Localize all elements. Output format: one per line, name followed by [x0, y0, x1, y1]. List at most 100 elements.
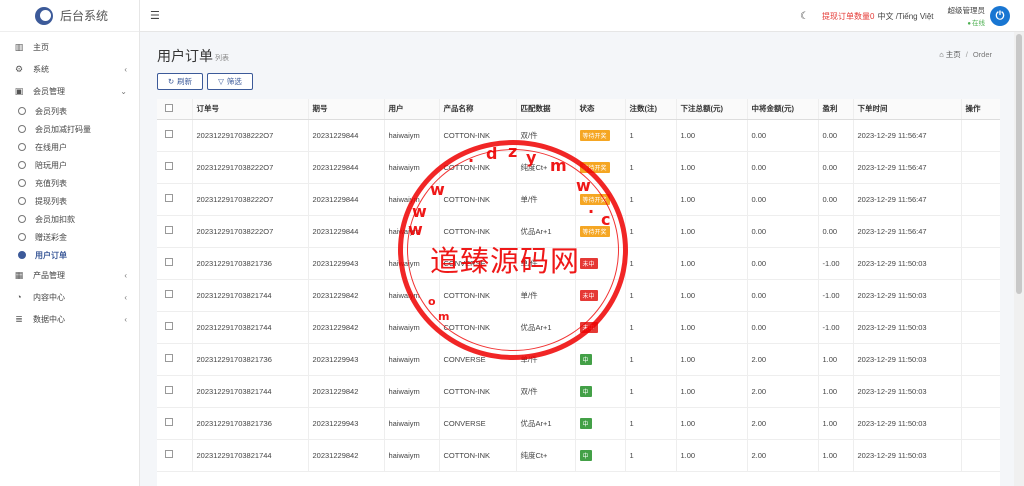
table-cell: 单/件	[516, 247, 576, 280]
table-cell: haiwaiym	[384, 343, 440, 376]
hamburger-menu-icon[interactable]: ☰	[150, 9, 160, 22]
sidebar-subitem-online-users[interactable]: 在线用户	[0, 138, 139, 156]
table-cell: COTTON-INK	[439, 279, 517, 312]
row-checkbox[interactable]	[165, 450, 173, 458]
orders-table-container: 订单号 期号 用户 产品名称 匹配数据 状态 注数(注) 下注总额(元) 中将金额(元) 盈利 下单…	[157, 99, 1000, 486]
column-header: 订单号	[192, 99, 309, 120]
row-select-cell[interactable]	[157, 119, 193, 152]
table-cell: 20231229844	[308, 215, 385, 248]
breadcrumb: ⌂ 主页 / Order	[939, 49, 992, 60]
sidebar-subitem-withdraw-list[interactable]: 提现列表	[0, 192, 139, 210]
brand[interactable]: 后台系统	[0, 0, 139, 32]
table-cell: 2.00	[747, 407, 819, 440]
filter-button[interactable]: ▽ 筛选	[207, 73, 253, 90]
sidebar-item-system[interactable]: ⚙ 系统 ‹	[0, 58, 139, 80]
table-cell: 1	[625, 439, 677, 472]
circle-icon	[18, 251, 26, 259]
table-cell: 0.00	[818, 151, 854, 184]
scrollbar-thumb[interactable]	[1016, 34, 1022, 294]
row-checkbox[interactable]	[165, 290, 173, 298]
table-row[interactable]: 2023122917038222O7 20231229844 haiwaiym COT…	[157, 215, 1000, 248]
row-select-cell[interactable]	[157, 247, 193, 280]
circle-icon	[18, 107, 26, 115]
row-select-cell[interactable]	[157, 407, 193, 440]
moon-icon[interactable]: ☾	[800, 11, 809, 22]
row-checkbox[interactable]	[165, 386, 173, 394]
table-cell: 2023122917038222O7	[192, 215, 309, 248]
table-row[interactable]: 2023122917038217З6 20231229943 haiwaiym CON…	[157, 343, 1000, 376]
table-cell: COTTON-INK	[439, 119, 517, 152]
language-switcher[interactable]: 中文 /Tiếng Việt	[877, 11, 933, 22]
table-row[interactable]: 2023122917038222O7 20231229844 haiwaiym COT…	[157, 183, 1000, 216]
sidebar-item-label: 会员管理	[33, 86, 65, 96]
table-row[interactable]: 2023122917038222O7 20231229844 haiwaiym COT…	[157, 151, 1000, 184]
row-checkbox[interactable]	[165, 130, 173, 138]
table-cell: -1.00	[818, 279, 854, 312]
row-checkbox[interactable]	[165, 162, 173, 170]
sidebar-subitem-recharge-list[interactable]: 充值列表	[0, 174, 139, 192]
status-badge: 等待开奖	[579, 225, 610, 237]
table-cell: 1.00	[676, 215, 748, 248]
row-checkbox[interactable]	[165, 354, 173, 362]
sidebar-item-home[interactable]: ▥ 主页	[0, 36, 139, 58]
row-select-cell[interactable]	[157, 183, 193, 216]
table-cell: 1	[625, 311, 677, 344]
table-cell: 0.00	[818, 183, 854, 216]
refresh-button[interactable]: ↻ 刷新	[157, 73, 203, 90]
sidebar-item-products[interactable]: ▦ 产品管理 ‹	[0, 264, 139, 286]
row-select-cell[interactable]	[157, 439, 193, 472]
table-row[interactable]: 202312291703821744 20231229842 haiwaiym COT…	[157, 439, 1000, 472]
actions-cell	[961, 183, 1000, 216]
table-cell: 1	[625, 375, 677, 408]
table-cell: COTTON-INK	[439, 151, 517, 184]
sidebar-subitem-balance-adjust[interactable]: 会员加扣款	[0, 210, 139, 228]
row-checkbox[interactable]	[165, 258, 173, 266]
table-cell: COTTON-INK	[439, 215, 517, 248]
row-select-cell[interactable]	[157, 343, 193, 376]
column-header: 期号	[308, 99, 385, 120]
sidebar-item-data[interactable]: ≣ 数据中心 ‹	[0, 308, 139, 330]
sidebar-item-members[interactable]: ▣ 会员管理 ⌄	[0, 80, 139, 102]
sidebar-subitem-member-list[interactable]: 会员列表	[0, 102, 139, 120]
page-scrollbar[interactable]	[1014, 32, 1024, 486]
table-cell: 20231229844	[308, 151, 385, 184]
status-cell: 中	[575, 375, 626, 408]
status-badge: 未中	[579, 257, 598, 269]
table-row[interactable]: 202312291703821744 20231229842 haiwaiym COT…	[157, 375, 1000, 408]
breadcrumb-home[interactable]: 主页	[946, 49, 961, 60]
row-checkbox[interactable]	[165, 418, 173, 426]
sidebar-subitem-label: 陪玩用户	[35, 160, 67, 170]
select-all-header[interactable]	[157, 99, 193, 120]
power-icon[interactable]: ⏻	[990, 6, 1010, 26]
status-cell: 中	[575, 343, 626, 376]
withdraw-count-link[interactable]: 提现订单数量0	[822, 11, 874, 22]
table-row[interactable]: 202312291703821744 20231229842 haiwaiym COT…	[157, 311, 1000, 344]
row-checkbox[interactable]	[165, 194, 173, 202]
select-all-checkbox[interactable]	[165, 103, 173, 112]
row-select-cell[interactable]	[157, 375, 193, 408]
sidebar-subitem-bet-adjust[interactable]: 会员加减打码量	[0, 120, 139, 138]
row-select-cell[interactable]	[157, 311, 193, 344]
status-badge: 中	[579, 449, 592, 461]
table-cell: 0.00	[747, 247, 819, 280]
row-checkbox[interactable]	[165, 322, 173, 330]
table-cell: 1.00	[818, 343, 854, 376]
row-select-cell[interactable]	[157, 151, 193, 184]
sidebar-subitem-user-orders[interactable]: 用户订单	[0, 246, 139, 264]
row-select-cell[interactable]	[157, 215, 193, 248]
sidebar-subitem-companion-users[interactable]: 陪玩用户	[0, 156, 139, 174]
table-cell: haiwaiym	[384, 439, 440, 472]
table-row[interactable]: 2023122917038222O7 20231229844 haiwaiym COT…	[157, 119, 1000, 152]
sidebar-subitem-bonus[interactable]: 赠送彩金	[0, 228, 139, 246]
table-cell: 单/件	[516, 183, 576, 216]
sidebar-item-content[interactable]: ◔ 内容中心 ‹	[0, 286, 139, 308]
user-name: 超级管理员	[947, 6, 986, 15]
user-info[interactable]: 超级管理员 在线	[948, 5, 986, 27]
table-row[interactable]: 2023122917038217З6 20231229943 haiwaiym CON…	[157, 247, 1000, 280]
table-row[interactable]: 202312291703821744 20231229842 haiwaiym COT…	[157, 279, 1000, 312]
table-cell: COTTON-INK	[439, 375, 517, 408]
table-row[interactable]: 2023122917038217З6 20231229943 haiwaiym CON…	[157, 407, 1000, 440]
table-cell: 20231229842	[308, 311, 385, 344]
row-select-cell[interactable]	[157, 279, 193, 312]
row-checkbox[interactable]	[165, 226, 173, 234]
